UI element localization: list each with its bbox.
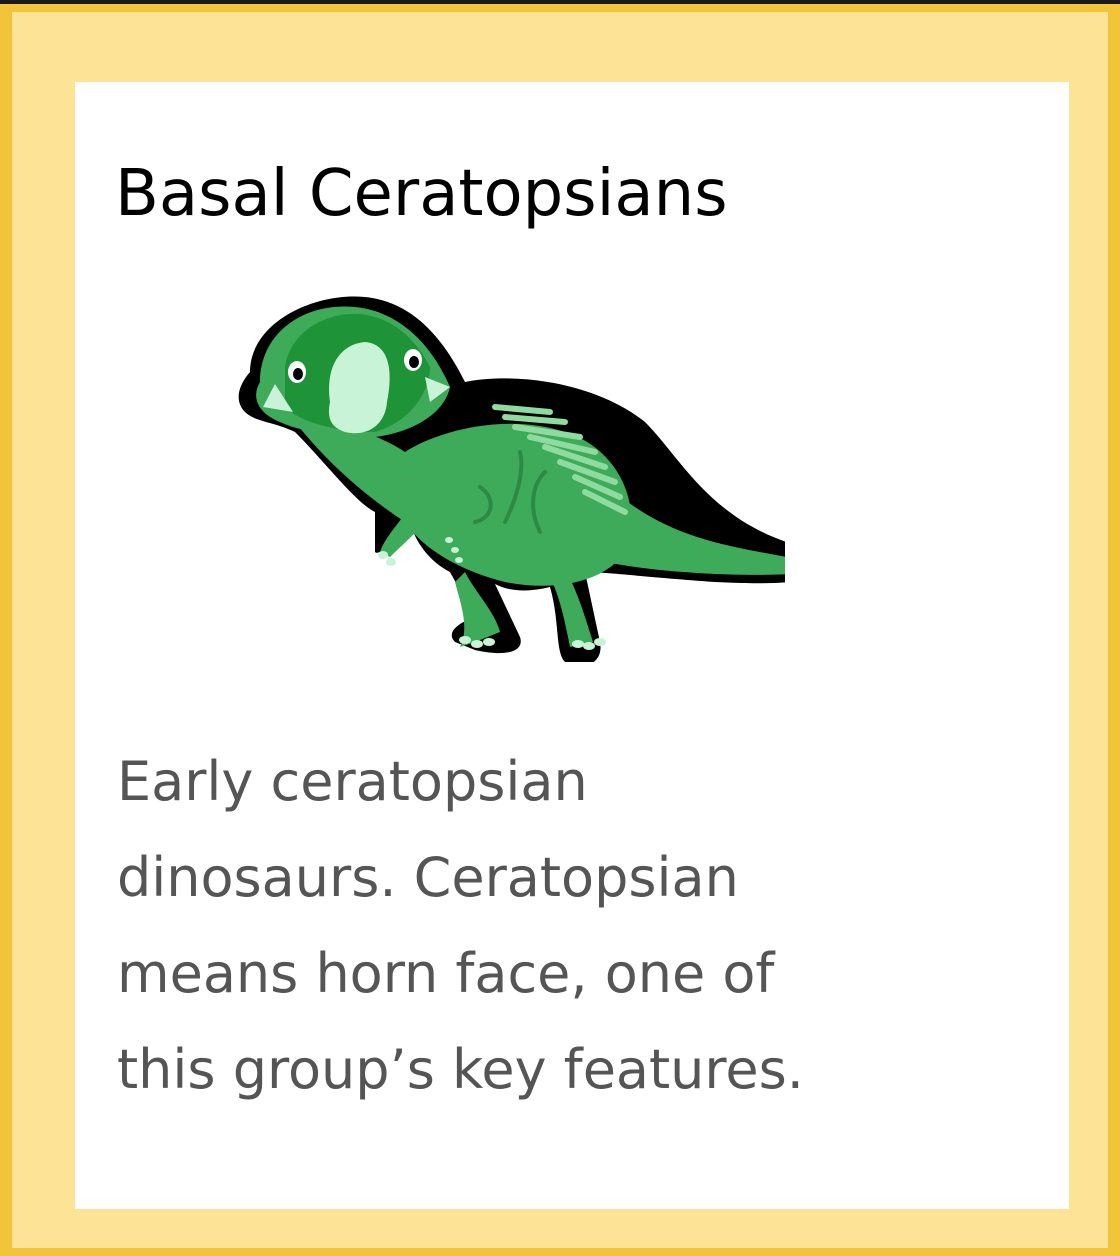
description-line: Early ceratopsian [117,750,588,813]
description-line: this group’s key features. [117,1038,804,1101]
info-card: Basal Ceratopsians Early ceratopsian din… [75,82,1069,1209]
description-line: means horn face, one of [117,942,775,1005]
ceratopsian-dinosaur-illustration [238,296,785,662]
card-description: Early ceratopsian dinosaurs. Ceratopsian… [117,734,1017,1118]
description-line: dinosaurs. Ceratopsian [117,846,739,909]
card-title: Basal Ceratopsians [115,157,728,231]
card-frame: Basal Ceratopsians Early ceratopsian din… [0,4,1120,1256]
